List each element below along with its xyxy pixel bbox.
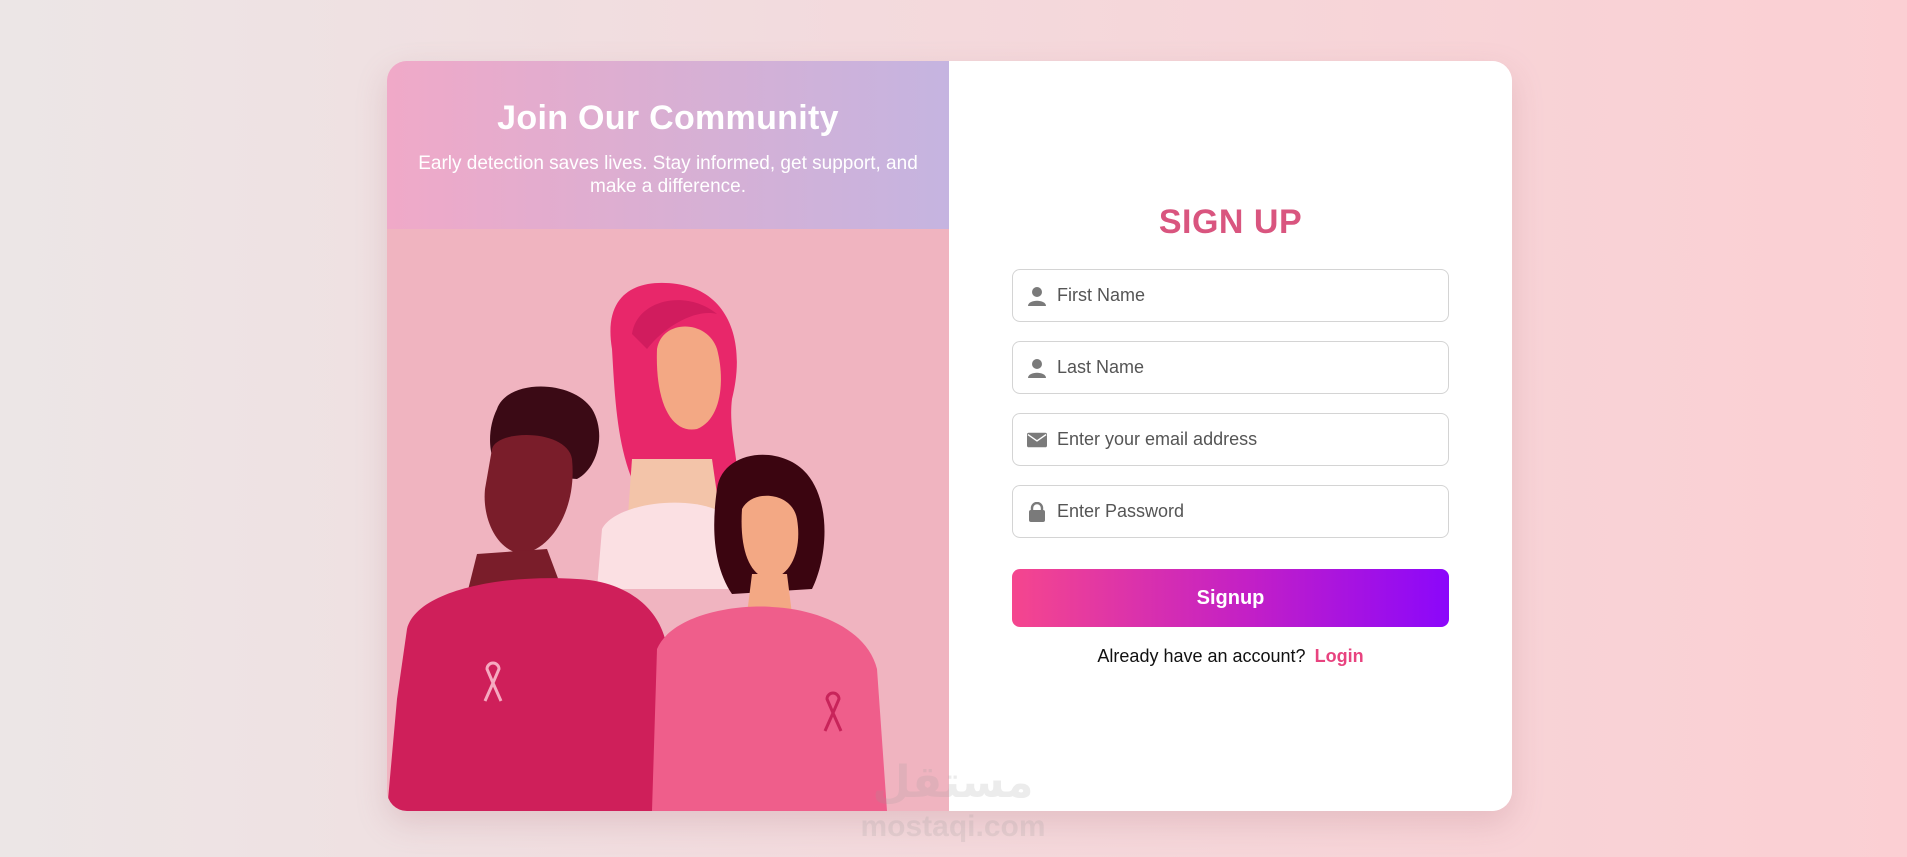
signup-title: SIGN UP bbox=[1158, 203, 1303, 241]
email-input[interactable] bbox=[1057, 414, 1448, 465]
signup-card: Join Our Community Early detection saves… bbox=[387, 61, 1512, 811]
left-panel-subtitle: Early detection saves lives. Stay inform… bbox=[418, 153, 918, 197]
first-name-field[interactable] bbox=[1012, 269, 1449, 322]
login-link[interactable]: Login bbox=[1315, 646, 1364, 666]
envelope-icon bbox=[1027, 430, 1047, 450]
email-field[interactable] bbox=[1012, 413, 1449, 466]
login-prompt: Already have an account? Login bbox=[949, 646, 1512, 667]
signup-button[interactable]: Signup bbox=[1012, 569, 1449, 627]
women-ribbon-illustration bbox=[387, 229, 949, 811]
first-name-input[interactable] bbox=[1057, 270, 1448, 321]
login-prompt-text: Already have an account? bbox=[1097, 646, 1306, 666]
left-panel-title: Join Our Community bbox=[497, 99, 839, 137]
password-input[interactable] bbox=[1057, 486, 1448, 537]
user-icon bbox=[1027, 358, 1047, 378]
user-icon bbox=[1027, 286, 1047, 306]
left-panel-header: Join Our Community Early detection saves… bbox=[387, 61, 949, 229]
lock-icon bbox=[1027, 501, 1047, 522]
last-name-input[interactable] bbox=[1057, 342, 1448, 393]
left-panel: Join Our Community Early detection saves… bbox=[387, 61, 949, 811]
last-name-field[interactable] bbox=[1012, 341, 1449, 394]
watermark-latin: mostaqi.com bbox=[860, 810, 1045, 842]
password-field[interactable] bbox=[1012, 485, 1449, 538]
